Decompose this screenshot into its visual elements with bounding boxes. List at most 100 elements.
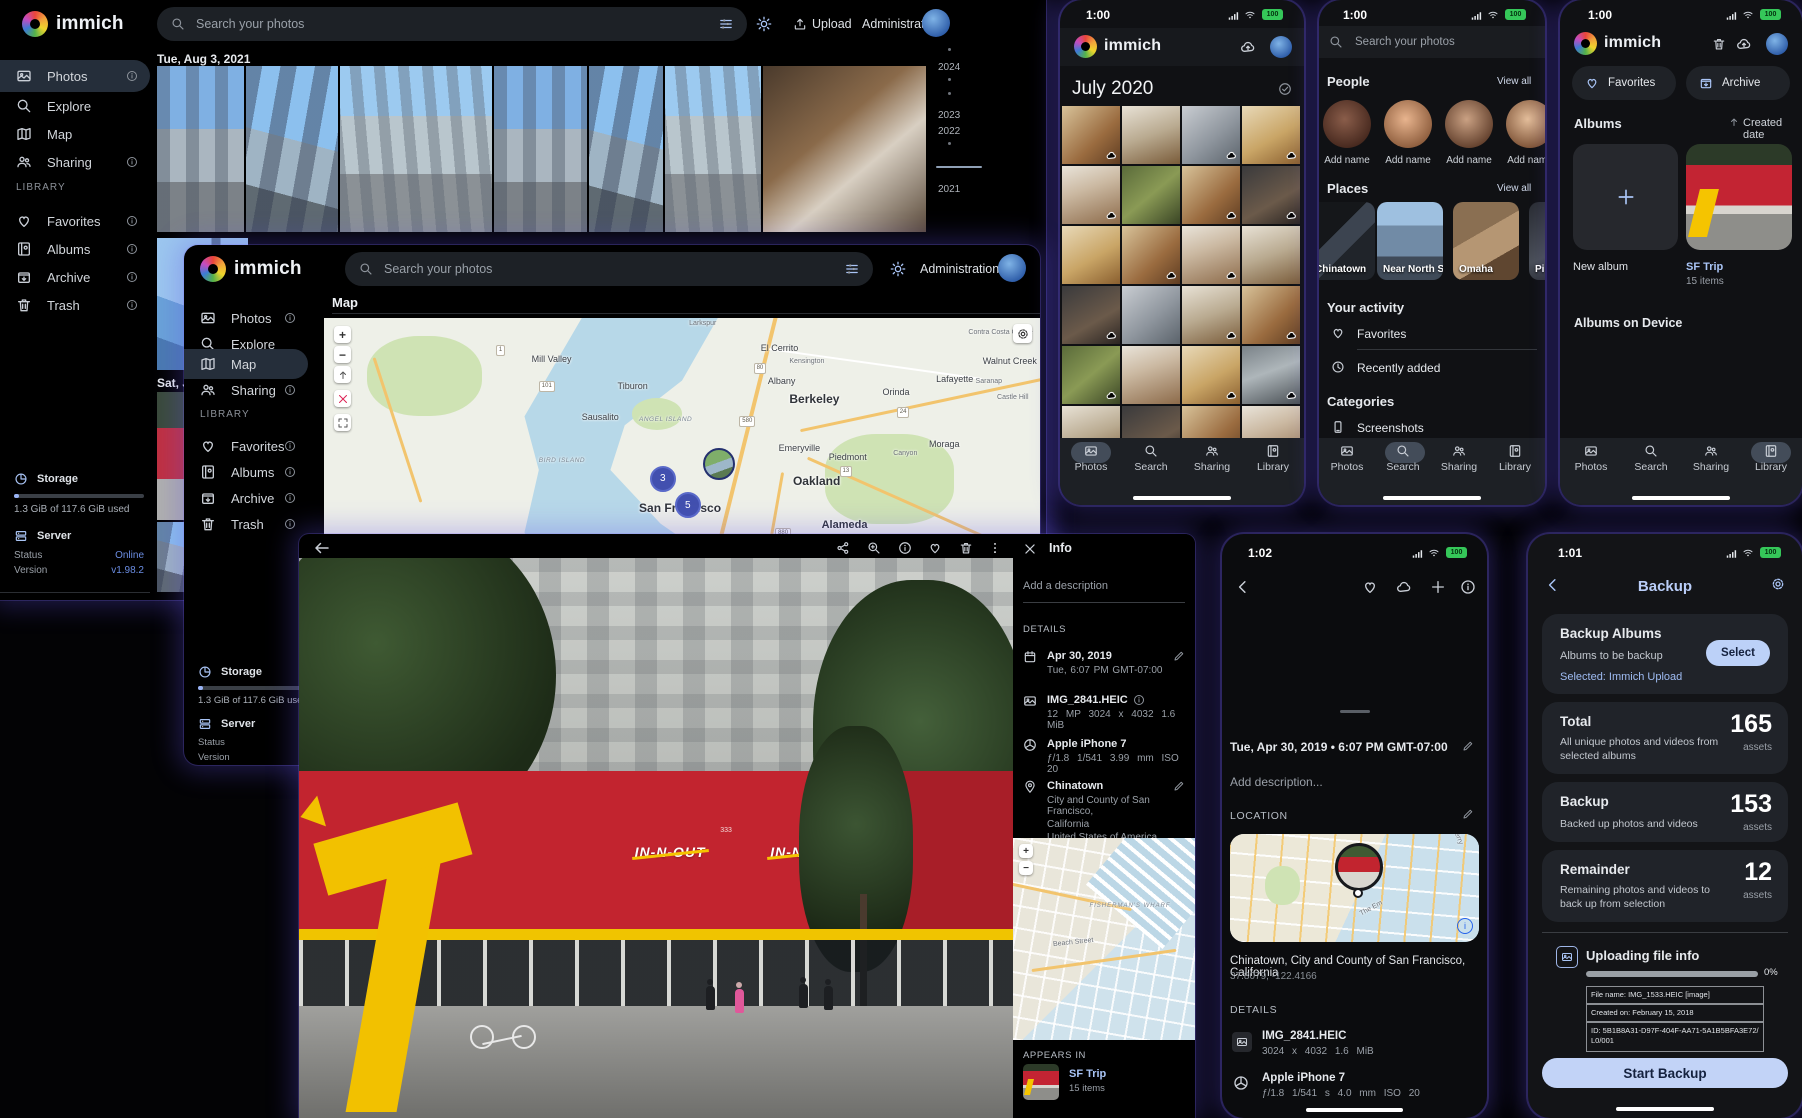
search-filter-icon[interactable] [719, 17, 733, 31]
person-avatar[interactable] [1445, 100, 1493, 148]
photo-thumbnail[interactable] [157, 66, 244, 232]
map-fullscreen-button[interactable] [334, 414, 351, 431]
info-icon[interactable] [1133, 694, 1145, 706]
archive-button[interactable]: Archive [1686, 66, 1790, 100]
back-chevron-icon[interactable] [1234, 578, 1252, 596]
nav-item-sharing[interactable]: Sharing [1433, 444, 1485, 473]
photo-tile[interactable] [1062, 286, 1120, 344]
photo-tile[interactable] [1182, 346, 1240, 404]
sidebar-item-trash[interactable]: Trash [16, 290, 138, 320]
user-avatar[interactable] [1766, 33, 1788, 55]
user-avatar[interactable] [1270, 36, 1292, 58]
photo-cluster-marker[interactable]: 3 [650, 466, 676, 492]
person-avatar[interactable] [1384, 100, 1432, 148]
search-placeholder[interactable]: Search your photos [1355, 36, 1455, 48]
photo-tile[interactable] [1182, 286, 1240, 344]
user-avatar[interactable] [922, 9, 950, 37]
zoom-icon[interactable] [867, 541, 881, 555]
search-input[interactable]: Search your photos [345, 252, 873, 286]
info-minimap[interactable]: FISHERMAN'S WHARF Beach Street + − [1013, 838, 1195, 1040]
edit-pencil-icon[interactable] [1462, 808, 1474, 820]
favorite-heart-icon[interactable] [1362, 579, 1378, 595]
sort-label[interactable]: Created date [1743, 117, 1802, 141]
album-name-link[interactable]: SF Trip [1069, 1068, 1106, 1080]
add-name-link[interactable]: Add name [1443, 155, 1495, 166]
nav-item-photos[interactable]: Photos [1321, 444, 1373, 473]
back-icon[interactable] [313, 539, 331, 557]
theme-toggle-icon[interactable] [890, 261, 906, 277]
nav-item-library[interactable]: Library [1744, 444, 1798, 473]
sidebar-item-favorites[interactable]: Favorites [16, 206, 138, 236]
new-album-tile[interactable] [1573, 144, 1678, 250]
sidebar-item-photos[interactable]: Photos [16, 61, 138, 91]
minimap-zoom-in[interactable]: + [1019, 844, 1033, 858]
photo-thumbnail[interactable] [665, 66, 761, 232]
photo-tile[interactable] [1242, 286, 1300, 344]
search-filter-icon[interactable] [845, 262, 859, 276]
administration-link[interactable]: Administration [920, 262, 999, 276]
nav-item-sharing[interactable]: Sharing [1684, 444, 1738, 473]
photo-tile[interactable] [1242, 226, 1300, 284]
map-hide-photos-button[interactable] [334, 390, 351, 407]
photo-thumbnail[interactable] [763, 66, 926, 232]
photo-tile[interactable] [1122, 166, 1180, 224]
info-icon[interactable] [126, 299, 138, 311]
home-indicator[interactable] [1632, 496, 1730, 500]
photo-thumbnail[interactable] [246, 66, 338, 232]
user-avatar[interactable] [998, 254, 1026, 282]
photo-main[interactable]: IN-N-OUT IN-N-OUT 333 [299, 558, 1013, 1118]
start-backup-button[interactable]: Start Backup [1542, 1058, 1788, 1088]
info-icon[interactable] [126, 156, 138, 168]
info-icon[interactable] [284, 518, 296, 530]
location-map[interactable]: San Francisco Ferry The Em i [1230, 834, 1479, 942]
sidebar-item-albums[interactable]: Albums [16, 234, 138, 264]
photo-tile[interactable] [1122, 286, 1180, 344]
map-compass-button[interactable] [334, 366, 351, 383]
photo-thumbnail[interactable] [494, 66, 587, 232]
add-name-link[interactable]: Add name [1321, 155, 1373, 166]
sidebar-item-archive[interactable]: Archive [16, 262, 138, 292]
sidebar-item-sharing[interactable]: Sharing [200, 375, 296, 405]
sidebar-item-sharing[interactable]: Sharing [16, 147, 138, 177]
favorite-heart-icon[interactable] [928, 541, 942, 555]
add-name-link[interactable]: Add name [1382, 155, 1434, 166]
place-tile[interactable]: Pi [1529, 202, 1545, 280]
map-zoom-out-button[interactable]: − [334, 346, 351, 363]
edit-pencil-icon[interactable] [1173, 650, 1185, 662]
screenshots-row[interactable]: Screenshots [1357, 421, 1424, 435]
person-avatar[interactable] [1323, 100, 1371, 148]
photo-tile[interactable] [1062, 346, 1120, 404]
photo-tile[interactable] [1062, 106, 1120, 164]
nav-item-photos[interactable]: Photos [1064, 444, 1118, 473]
cloud-icon[interactable] [1396, 579, 1412, 595]
photo-tile[interactable] [1122, 226, 1180, 284]
timeline-scrubber[interactable]: 2024 2023 2022 2021 [934, 44, 1004, 244]
map-settings-button[interactable] [1013, 324, 1032, 343]
sidebar-item-map[interactable]: Map [16, 119, 138, 149]
sidebar-item-explore[interactable]: Explore [16, 91, 138, 121]
nav-item-photos[interactable]: Photos [1564, 444, 1618, 473]
add-description-field[interactable]: Add a description [1023, 580, 1108, 592]
nav-item-search[interactable]: Search [1124, 444, 1178, 473]
info-icon[interactable] [284, 466, 296, 478]
theme-toggle-icon[interactable] [756, 16, 772, 32]
home-indicator[interactable] [1383, 496, 1481, 500]
places-view-all-link[interactable]: View all [1497, 183, 1531, 194]
search-input[interactable]: Search your photos [157, 7, 747, 41]
info-icon[interactable] [284, 312, 296, 324]
more-options-icon[interactable] [988, 541, 1002, 555]
favorites-button[interactable]: Favorites [1572, 66, 1676, 100]
album-tile-sftrip[interactable] [1686, 144, 1792, 250]
home-indicator[interactable] [1616, 1107, 1714, 1111]
info-icon[interactable] [284, 492, 296, 504]
add-name-link[interactable]: Add name [1504, 155, 1545, 166]
info-icon[interactable] [284, 440, 296, 452]
select-all-check-icon[interactable] [1278, 82, 1292, 96]
info-icon[interactable] [898, 541, 912, 555]
map-info-icon[interactable]: i [1457, 918, 1473, 934]
album-thumbnail[interactable] [1023, 1064, 1059, 1100]
nav-item-search[interactable]: Search [1377, 444, 1429, 473]
photo-tile[interactable] [1182, 226, 1240, 284]
nav-item-search[interactable]: Search [1624, 444, 1678, 473]
minimap-zoom-out[interactable]: − [1019, 861, 1033, 875]
